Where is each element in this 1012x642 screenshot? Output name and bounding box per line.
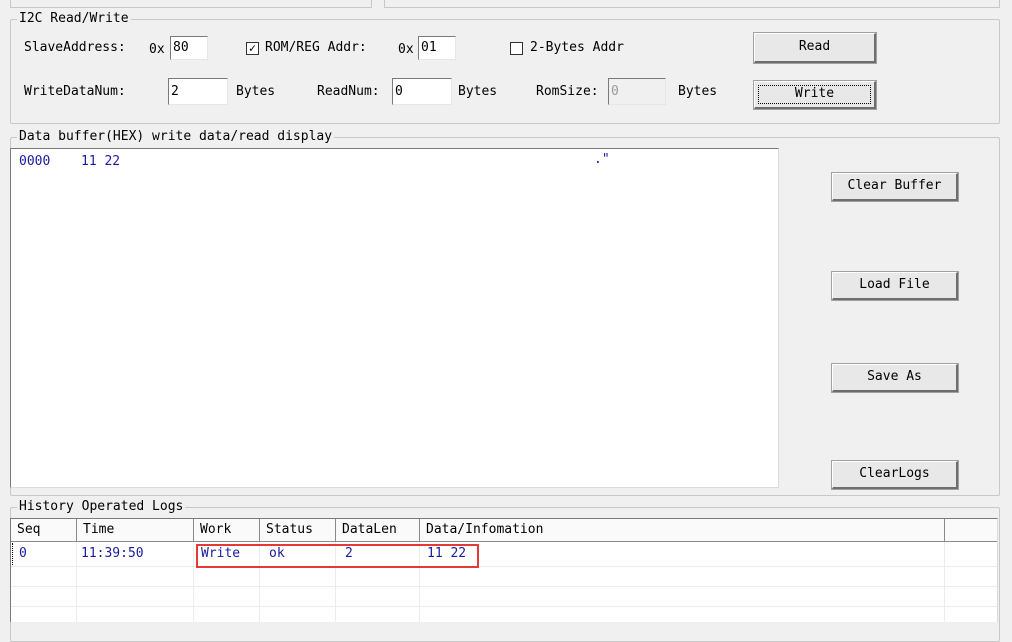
- write-data-num-input[interactable]: 2: [168, 78, 228, 105]
- rom-size-bytes-unit: Bytes: [678, 84, 718, 99]
- clear-logs-label: ClearLogs: [859, 466, 930, 481]
- write-button[interactable]: Write: [754, 81, 876, 109]
- logs-listview[interactable]: Seq Time Work Status DataLen Data/Infoma…: [10, 518, 998, 622]
- two-bytes-addr-label: 2-Bytes Addr: [530, 40, 624, 55]
- read-num-input[interactable]: 0: [392, 78, 452, 105]
- i2c-group-title: I2C Read/Write: [19, 11, 129, 26]
- buffer-group-title: Data buffer(HEX) write data/read display: [19, 129, 333, 144]
- load-file-button[interactable]: Load File: [832, 272, 958, 300]
- slave-address-input[interactable]: 80: [170, 36, 208, 60]
- clear-logs-button[interactable]: ClearLogs: [832, 461, 958, 489]
- rom-reg-input[interactable]: 01: [418, 36, 456, 60]
- grid-row-line: [11, 606, 997, 607]
- highlight-annotation-box: [196, 544, 479, 568]
- cell-seq: 0: [19, 546, 27, 561]
- save-as-label: Save As: [867, 369, 922, 384]
- grid-row-line: [11, 566, 997, 567]
- table-row[interactable]: 0 11:39:50 Write ok 2 11 22: [11, 542, 997, 566]
- read-button[interactable]: Read: [754, 33, 876, 63]
- col-header-datalen[interactable]: DataLen: [336, 519, 420, 542]
- rom-reg-checkbox[interactable]: ✓: [246, 42, 259, 55]
- col-header-extra[interactable]: [945, 519, 997, 542]
- cell-time: 11:39:50: [81, 546, 144, 561]
- col-header-time[interactable]: Time: [77, 519, 194, 542]
- logs-group-title: History Operated Logs: [19, 499, 184, 514]
- write-data-num-label: WriteDataNum:: [24, 84, 126, 99]
- slave-hex-prefix: 0x: [149, 42, 165, 57]
- write-button-focus-ring: [758, 85, 871, 104]
- slave-address-label: SlaveAddress:: [24, 40, 126, 55]
- row-focus-marker: [12, 543, 14, 565]
- col-header-status[interactable]: Status: [260, 519, 336, 542]
- rom-reg-label: ROM/REG Addr:: [265, 40, 367, 55]
- load-file-label: Load File: [859, 277, 930, 292]
- two-bytes-addr-checkbox[interactable]: [510, 42, 523, 55]
- clear-buffer-label: Clear Buffer: [847, 178, 942, 193]
- grid-row-line: [11, 586, 997, 587]
- top-left-panel: [10, 0, 372, 8]
- write-bytes-unit: Bytes: [236, 84, 276, 99]
- save-as-button[interactable]: Save As: [832, 364, 958, 392]
- read-bytes-unit: Bytes: [458, 84, 498, 99]
- col-header-work[interactable]: Work: [194, 519, 260, 542]
- data-buffer-textarea[interactable]: 0000 11 22 .": [10, 148, 779, 488]
- read-button-label: Read: [798, 39, 831, 54]
- read-num-label: ReadNum:: [317, 84, 380, 99]
- rom-reg-hex-prefix: 0x: [398, 42, 414, 57]
- rom-size-label: RomSize:: [536, 84, 599, 99]
- buffer-line-ascii: .": [594, 152, 610, 167]
- rom-size-input: 0: [608, 78, 666, 105]
- buffer-line-hex: 11 22: [81, 154, 121, 169]
- col-header-seq[interactable]: Seq: [11, 519, 77, 542]
- col-header-data[interactable]: Data/Infomation: [420, 519, 945, 542]
- buffer-line-offset: 0000: [19, 154, 51, 169]
- top-right-panel: [384, 0, 1000, 8]
- clear-buffer-button[interactable]: Clear Buffer: [832, 173, 958, 201]
